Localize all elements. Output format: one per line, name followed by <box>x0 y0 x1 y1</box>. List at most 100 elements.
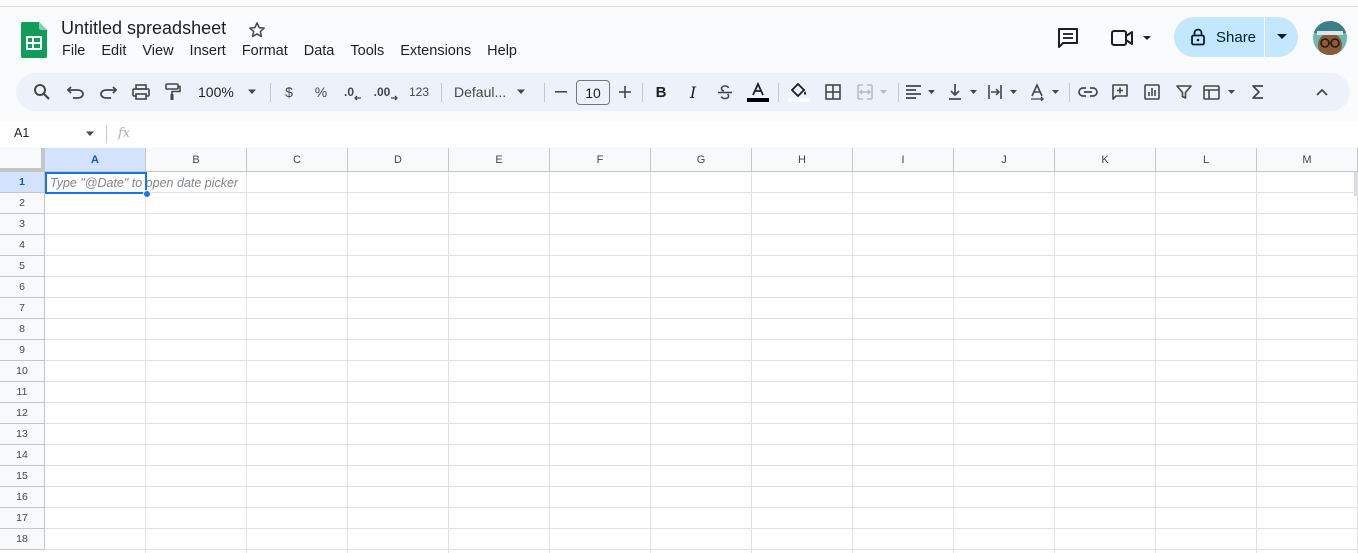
strikethrough-icon[interactable] <box>714 73 736 111</box>
horizontal-align-icon[interactable] <box>904 73 938 111</box>
name-box[interactable]: A1 <box>14 126 29 140</box>
row-gridline <box>45 423 1358 424</box>
header: Untitled spreadsheet File Edit View Inse… <box>0 8 1358 70</box>
text-rotation-icon[interactable] <box>1028 73 1062 111</box>
select-all-corner[interactable] <box>0 148 45 172</box>
spreadsheet-grid[interactable]: A B C D E F G H I J K L M 1 2 3 4 5 6 7 8 9 10 11 12 13 14 15 16 17 18… <box>0 148 1358 553</box>
star-icon[interactable] <box>247 20 267 40</box>
zoom-select[interactable]: 100% <box>192 73 260 111</box>
insert-chart-icon[interactable] <box>1140 73 1164 111</box>
bold-button[interactable]: B <box>650 73 672 111</box>
column-header-l[interactable]: L <box>1156 148 1257 172</box>
column-header-d[interactable]: D <box>348 148 449 172</box>
comment-history-icon[interactable] <box>1056 26 1080 50</box>
undo-icon[interactable] <box>64 73 88 111</box>
row-header-10[interactable]: 10 <box>0 361 45 382</box>
currency-format-button[interactable]: $ <box>278 73 300 111</box>
font-size-input[interactable]: 10 <box>576 80 610 105</box>
sheets-logo-icon[interactable] <box>21 22 47 58</box>
row-header-15[interactable]: 15 <box>0 466 45 487</box>
menu-file[interactable]: File <box>54 43 93 59</box>
toolbar: 100% $ % .0 .00 123 Defaul... 10 B I <box>16 73 1350 111</box>
decrease-font-size-icon[interactable] <box>552 73 570 111</box>
menu-help[interactable]: Help <box>479 43 525 59</box>
column-header-c[interactable]: C <box>247 148 348 172</box>
share-dropdown-button[interactable] <box>1265 17 1298 57</box>
fill-color-icon[interactable] <box>786 73 812 111</box>
meet-video-icon[interactable] <box>1109 26 1155 50</box>
column-header-i[interactable]: I <box>853 148 954 172</box>
decrease-decimal-button[interactable]: .0 <box>341 73 365 111</box>
insert-link-icon[interactable] <box>1076 73 1100 111</box>
menu-edit[interactable]: Edit <box>93 43 134 59</box>
row-header-11[interactable]: 11 <box>0 382 45 403</box>
vertical-align-icon[interactable] <box>946 73 980 111</box>
filter-icon[interactable] <box>1172 73 1196 111</box>
increase-decimal-label: .00 <box>373 85 391 99</box>
menu-data[interactable]: Data <box>296 43 343 59</box>
row-gridline <box>45 549 1358 550</box>
fill-handle[interactable] <box>143 190 151 198</box>
row-header-14[interactable]: 14 <box>0 445 45 466</box>
search-menus-icon[interactable] <box>30 73 54 111</box>
column-header-f[interactable]: F <box>550 148 651 172</box>
menu-extensions[interactable]: Extensions <box>392 43 479 59</box>
merge-cells-icon[interactable] <box>854 73 890 111</box>
row-header-16[interactable]: 16 <box>0 487 45 508</box>
filter-views-icon[interactable] <box>1202 73 1238 111</box>
column-header-b[interactable]: B <box>146 148 247 172</box>
menu-format[interactable]: Format <box>234 43 296 59</box>
menu-tools[interactable]: Tools <box>342 43 392 59</box>
row-header-3[interactable]: 3 <box>0 214 45 235</box>
fx-icon: fx <box>118 126 131 141</box>
column-header-a[interactable]: A <box>45 148 146 172</box>
row-header-2[interactable]: 2 <box>0 193 45 214</box>
row-header-9[interactable]: 9 <box>0 340 45 361</box>
text-color-icon[interactable] <box>746 73 770 111</box>
column-header-e[interactable]: E <box>449 148 550 172</box>
row-header-5[interactable]: 5 <box>0 256 45 277</box>
increase-decimal-button[interactable]: .00 <box>372 73 400 111</box>
text-wrapping-icon[interactable] <box>986 73 1020 111</box>
column-header-g[interactable]: G <box>651 148 752 172</box>
column-gridline <box>246 172 247 553</box>
column-gridline <box>448 172 449 553</box>
row-header-12[interactable]: 12 <box>0 403 45 424</box>
row-header-8[interactable]: 8 <box>0 319 45 340</box>
insert-comment-icon[interactable] <box>1108 73 1132 111</box>
column-header-k[interactable]: K <box>1055 148 1156 172</box>
column-header-h[interactable]: H <box>752 148 853 172</box>
caret-down-icon[interactable] <box>85 131 95 137</box>
selected-cell-a1[interactable] <box>45 172 147 194</box>
row-gridline <box>45 339 1358 340</box>
column-gridline <box>347 172 348 553</box>
font-family-select[interactable]: Defaul... <box>450 73 536 111</box>
row-gridline <box>45 465 1358 466</box>
column-gridline <box>1256 172 1257 553</box>
row-gridline <box>45 360 1358 361</box>
row-header-17[interactable]: 17 <box>0 508 45 529</box>
row-header-4[interactable]: 4 <box>0 235 45 256</box>
row-header-18[interactable]: 18 <box>0 529 45 550</box>
row-header-13[interactable]: 13 <box>0 424 45 445</box>
column-header-j[interactable]: J <box>954 148 1055 172</box>
collapse-toolbar-icon[interactable] <box>1310 73 1334 111</box>
print-icon[interactable] <box>129 73 153 111</box>
paint-format-icon[interactable] <box>161 73 185 111</box>
functions-icon[interactable] <box>1246 73 1270 111</box>
italic-button[interactable]: I <box>682 73 704 111</box>
column-header-m[interactable]: M <box>1257 148 1358 172</box>
increase-font-size-icon[interactable] <box>616 73 634 111</box>
menu-insert[interactable]: Insert <box>182 43 234 59</box>
account-avatar[interactable] <box>1313 21 1347 55</box>
percent-format-button[interactable]: % <box>310 73 332 111</box>
row-header-6[interactable]: 6 <box>0 277 45 298</box>
document-title[interactable]: Untitled spreadsheet <box>61 18 226 39</box>
borders-icon[interactable] <box>821 73 845 111</box>
more-formats-button[interactable]: 123 <box>406 73 432 111</box>
redo-icon[interactable] <box>96 73 120 111</box>
row-header-7[interactable]: 7 <box>0 298 45 319</box>
share-button[interactable]: Share <box>1174 17 1264 57</box>
menu-view[interactable]: View <box>134 43 181 59</box>
row-header-1[interactable]: 1 <box>0 172 45 193</box>
